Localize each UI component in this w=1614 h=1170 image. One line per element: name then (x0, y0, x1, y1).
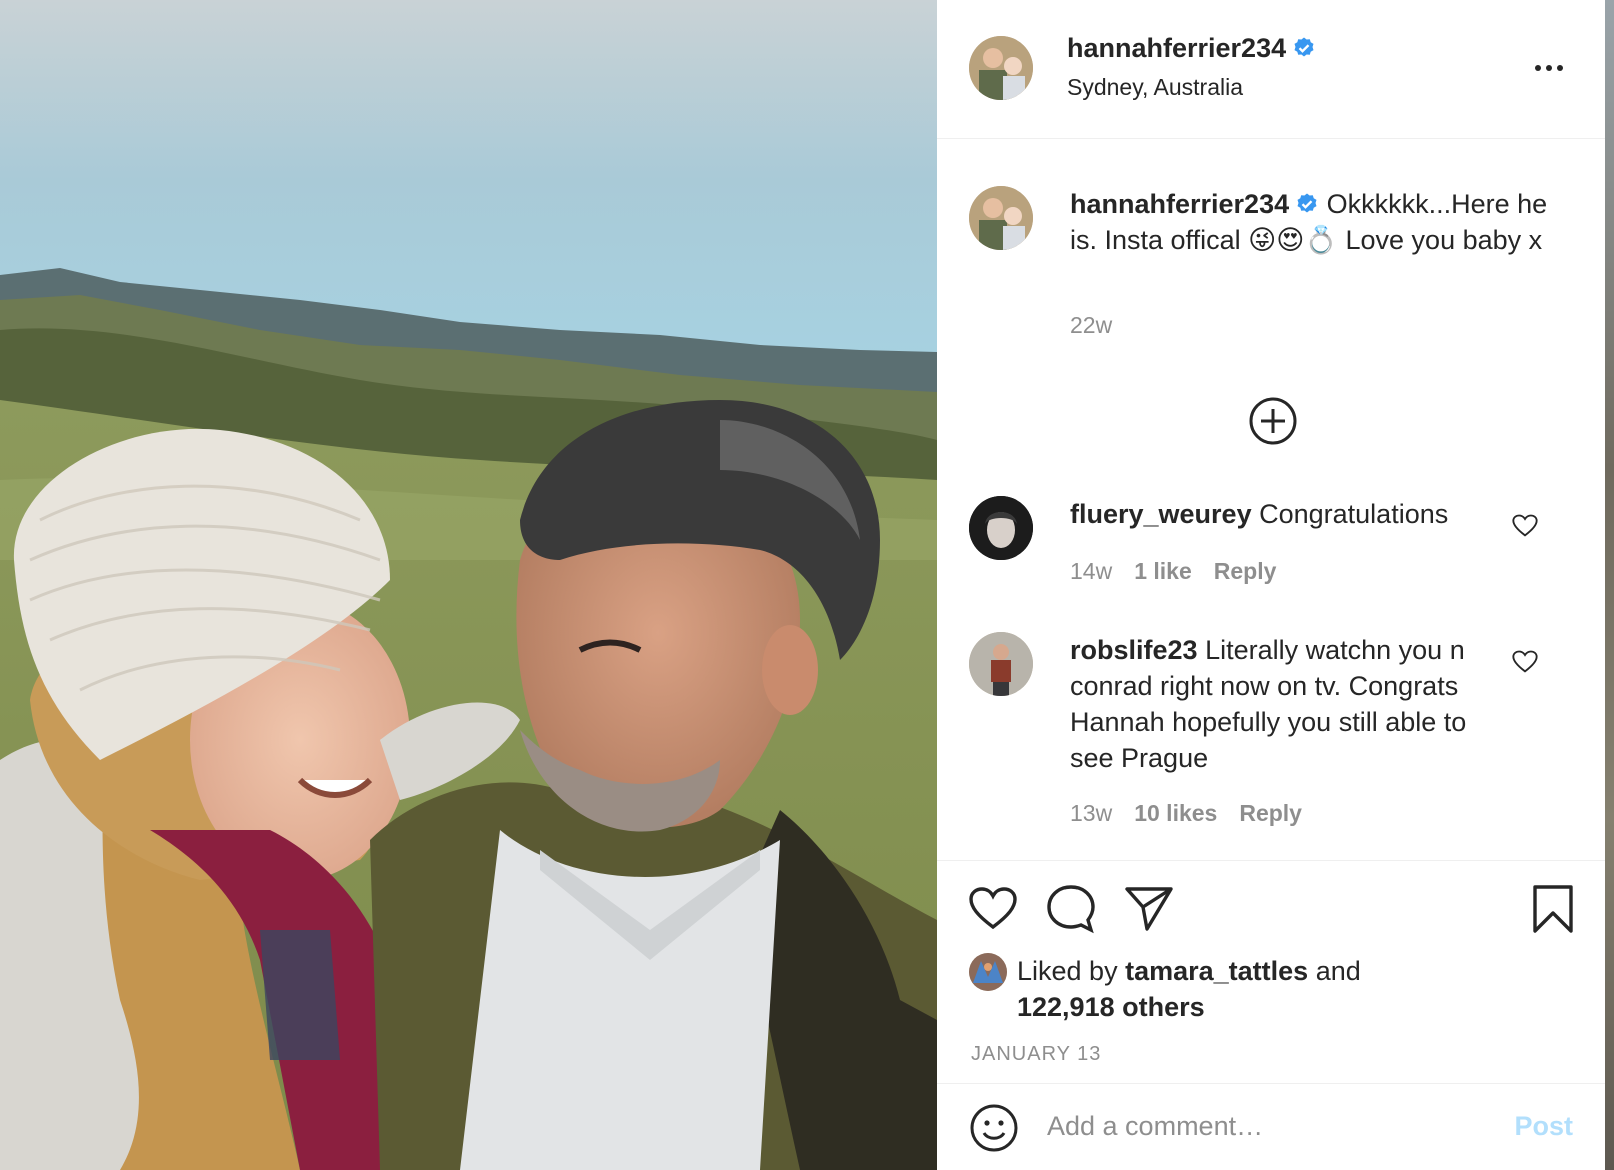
author-username-text[interactable]: hannahferrier234 (1067, 33, 1286, 63)
commenter-avatar[interactable] (969, 632, 1033, 696)
more-options-icon[interactable] (1531, 50, 1567, 86)
comment-likes[interactable]: 10 likes (1134, 800, 1217, 826)
comment-reply-button[interactable]: Reply (1239, 800, 1302, 826)
post-location[interactable]: Sydney, Australia (1067, 74, 1243, 101)
emoji-smiley-icon[interactable] (969, 1103, 1019, 1153)
likes-others-count[interactable]: 122,918 others (1017, 992, 1205, 1022)
likes-and: and (1315, 956, 1361, 986)
comments-section[interactable]: hannahferrier234 Okkkkkk...Here he is. I… (937, 138, 1605, 860)
caption-username[interactable]: hannahferrier234 (1070, 189, 1289, 219)
post-actions: Liked by tamara_tattles and 122,918 othe… (937, 860, 1605, 1084)
comment-meta: 14w 1 like Reply (1070, 558, 1276, 585)
likes-summary: Liked by tamara_tattles and 122,918 othe… (1017, 953, 1361, 1025)
comment-item: robslife23 Literally watchn you n conrad… (1070, 632, 1510, 776)
comment-username[interactable]: robslife23 (1070, 635, 1198, 665)
comment-item: fluery_weurey Congratulations (1070, 496, 1510, 532)
verified-badge-icon (1297, 193, 1317, 213)
author-username[interactable]: hannahferrier234 (1067, 33, 1316, 64)
comment-text: Congratulations (1259, 499, 1449, 529)
comment-age: 13w (1070, 800, 1113, 826)
send-paper-plane-icon[interactable] (1123, 883, 1175, 935)
comment-meta: 13w 10 likes Reply (1070, 800, 1302, 827)
comment-input[interactable] (1047, 1101, 1477, 1151)
comment-bubble-icon[interactable] (1045, 883, 1097, 935)
comment-reply-button[interactable]: Reply (1214, 558, 1277, 584)
post-comment-button[interactable]: Post (1514, 1111, 1573, 1142)
liker-username[interactable]: tamara_tattles (1125, 956, 1308, 986)
post-detail-panel: hannahferrier234 Sydney, Australia hanna… (937, 0, 1605, 1170)
bookmark-icon[interactable] (1527, 883, 1579, 935)
commenter-avatar[interactable] (969, 496, 1033, 560)
post-date[interactable]: JANUARY 13 (971, 1043, 1101, 1066)
caption-age: 22w (1070, 312, 1113, 338)
post-header: hannahferrier234 Sydney, Australia (937, 0, 1605, 139)
comment-username[interactable]: fluery_weurey (1070, 499, 1252, 529)
likes-prefix: Liked by (1017, 956, 1118, 986)
comment-like-heart-icon[interactable] (1511, 648, 1539, 676)
background-edge (1605, 0, 1614, 1170)
post-image (0, 0, 937, 1170)
comment-likes[interactable]: 1 like (1134, 558, 1192, 584)
post-photo[interactable] (0, 0, 937, 1170)
verified-badge-icon (1294, 37, 1314, 57)
add-comment-bar: Post (937, 1083, 1605, 1170)
liker-avatar[interactable] (969, 953, 1007, 991)
comment-age: 14w (1070, 558, 1113, 584)
post-caption: hannahferrier234 Okkkkkk...Here he is. I… (1070, 186, 1550, 258)
heart-icon[interactable] (967, 883, 1019, 935)
load-more-comments-icon[interactable] (1248, 396, 1298, 446)
comment-like-heart-icon[interactable] (1511, 512, 1539, 540)
caption-author-avatar[interactable] (969, 186, 1033, 250)
author-avatar[interactable] (969, 36, 1033, 100)
